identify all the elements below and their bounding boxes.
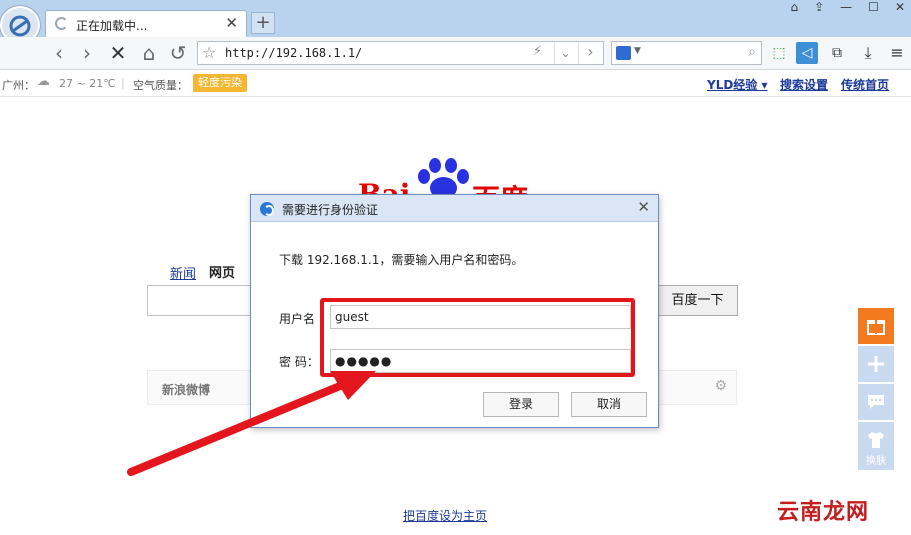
annotation-arrow [127, 371, 376, 476]
